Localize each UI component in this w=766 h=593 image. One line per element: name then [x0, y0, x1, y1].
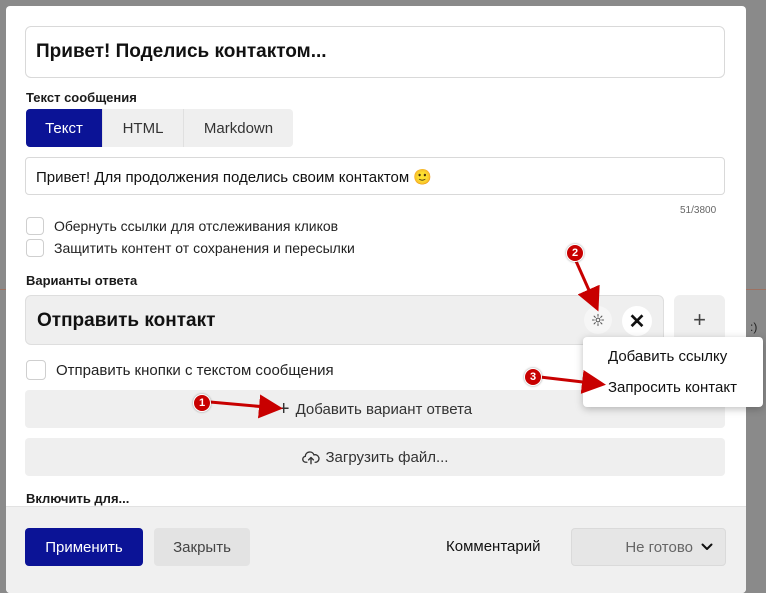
wrap-links-label: Обернуть ссылки для отслеживания кликов: [54, 218, 339, 234]
enable-for-label: Включить для...: [26, 491, 130, 506]
chevron-down-icon: [701, 543, 713, 550]
annotation-badge-2: 2: [566, 244, 584, 262]
message-text-label: Текст сообщения: [26, 90, 137, 105]
remove-answer-close-icon[interactable]: ✕: [622, 306, 652, 336]
message-editor-modal: Привет! Поделись контактом... Текст сооб…: [6, 6, 746, 593]
message-input[interactable]: Привет! Для продолжения поделись своим к…: [25, 157, 725, 195]
status-select-value: Не готово: [625, 538, 693, 556]
cloud-upload-icon: [301, 451, 320, 465]
dropdown-item-add-link[interactable]: Добавить ссылку: [608, 348, 727, 365]
answers-label: Варианты ответа: [26, 273, 138, 288]
format-tabs: Текст HTML Markdown: [26, 109, 293, 147]
dropdown-item-request-contact[interactable]: Запросить контакт: [608, 379, 737, 396]
close-button[interactable]: Закрыть: [154, 528, 250, 566]
wrap-links-option[interactable]: Обернуть ссылки для отслеживания кликов: [26, 217, 338, 235]
title-input[interactable]: Привет! Поделись контактом...: [25, 26, 725, 78]
backdrop-glyph: :): [750, 320, 758, 334]
answer-type-dropdown: Добавить ссылку Запросить контакт: [583, 337, 763, 407]
protect-content-option[interactable]: Защитить контент от сохранения и пересыл…: [26, 239, 355, 257]
char-counter: 51/3800: [680, 205, 717, 216]
wrap-links-checkbox[interactable]: [26, 217, 44, 235]
status-select[interactable]: Не готово: [571, 528, 726, 566]
tab-html[interactable]: HTML: [102, 109, 183, 147]
plus-icon: +: [277, 398, 290, 420]
annotation-badge-1: 1: [193, 394, 211, 412]
send-buttons-label: Отправить кнопки с текстом сообщения: [56, 361, 334, 379]
comment-link[interactable]: Комментарий: [446, 538, 540, 555]
protect-content-checkbox[interactable]: [26, 239, 44, 257]
tab-text[interactable]: Текст: [26, 109, 102, 147]
upload-file-label: Загрузить файл...: [325, 448, 449, 466]
tab-markdown[interactable]: Markdown: [183, 109, 293, 147]
modal-footer: Применить Закрыть Комментарий Не готово: [6, 506, 746, 593]
send-buttons-option[interactable]: Отправить кнопки с текстом сообщения: [26, 360, 334, 380]
answer-item-text: Отправить контакт: [37, 310, 216, 331]
upload-file-button[interactable]: Загрузить файл...: [25, 438, 725, 476]
answer-item[interactable]: Отправить контакт ✕: [25, 295, 664, 345]
send-buttons-checkbox[interactable]: [26, 360, 46, 380]
gear-icon[interactable]: [584, 306, 612, 334]
annotation-badge-3: 3: [524, 368, 542, 386]
apply-button[interactable]: Применить: [25, 528, 143, 566]
add-answer-label: Добавить вариант ответа: [295, 400, 473, 418]
protect-content-label: Защитить контент от сохранения и пересыл…: [54, 240, 355, 256]
